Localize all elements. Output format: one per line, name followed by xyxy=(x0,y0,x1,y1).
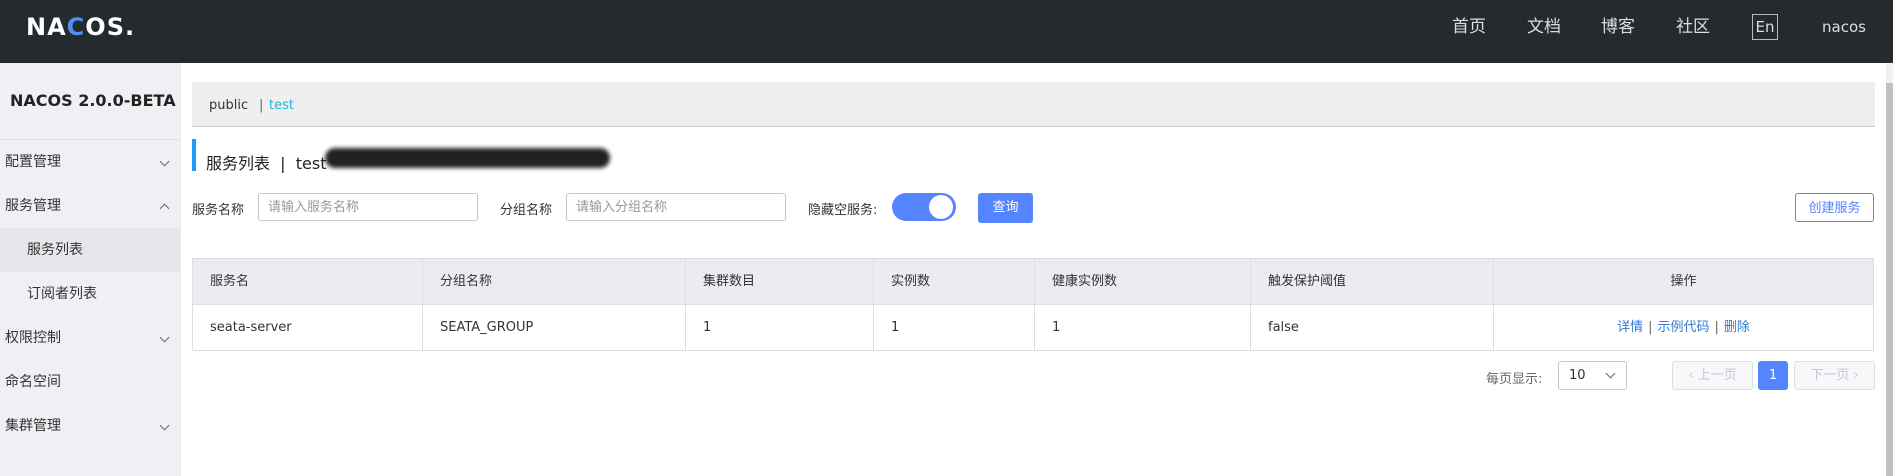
nav-community[interactable]: 社区 xyxy=(1676,0,1710,63)
cell-healthy-count: 1 xyxy=(1034,305,1250,350)
sidebar-item-label: 服务列表 xyxy=(27,242,83,258)
page-title: 服务列表 | test xyxy=(206,154,327,173)
col-healthy-count: 健康实例数 xyxy=(1034,259,1250,304)
next-page-button[interactable]: 下一页 › xyxy=(1794,361,1875,390)
chevron-down-icon xyxy=(159,420,170,431)
sidebar-item-label: 订阅者列表 xyxy=(27,286,97,302)
nacos-logo[interactable]: NACOS. xyxy=(26,13,135,41)
group-name-input[interactable]: 请输入分组名称 xyxy=(566,193,786,221)
service-name-input[interactable]: 请输入服务名称 xyxy=(258,193,478,221)
current-page-button[interactable]: 1 xyxy=(1758,361,1788,390)
next-page-label: 下一页 xyxy=(1810,368,1850,383)
cell-threshold: false xyxy=(1250,305,1493,350)
nav-docs[interactable]: 文档 xyxy=(1527,0,1561,63)
title-accent-bar xyxy=(192,139,196,171)
sidebar-item-namespace[interactable]: 命名空间 xyxy=(0,360,181,404)
switch-knob xyxy=(929,195,953,219)
sidebar-item-subscribers[interactable]: 订阅者列表 xyxy=(0,272,181,316)
cell-service-name: seata-server xyxy=(210,320,292,335)
sidebar-item-label: 集群管理 xyxy=(5,418,61,434)
page-scrollbar[interactable] xyxy=(1886,63,1893,476)
hide-empty-label: 隐藏空服务: xyxy=(808,203,878,218)
language-toggle-button[interactable]: En xyxy=(1752,14,1778,40)
nav-blog[interactable]: 博客 xyxy=(1601,0,1635,63)
cell-actions: 详情 | 示例代码 | 删除 xyxy=(1493,305,1873,350)
table-row: seata-server SEATA_GROUP 1 1 1 false 详情 |… xyxy=(193,305,1873,350)
nav-home[interactable]: 首页 xyxy=(1452,0,1486,63)
sidebar-item-auth[interactable]: 权限控制 xyxy=(0,316,181,360)
chevron-down-icon xyxy=(1605,368,1616,379)
create-service-button[interactable]: 创建服务 xyxy=(1795,193,1874,222)
col-cluster-count: 集群数目 xyxy=(685,259,873,304)
sidebar-item-label: 配置管理 xyxy=(5,154,61,170)
page-size-value: 10 xyxy=(1569,368,1586,383)
sidebar-item-service-list[interactable]: 服务列表 xyxy=(0,228,181,272)
delete-link[interactable]: 删除 xyxy=(1724,320,1750,335)
chevron-down-icon xyxy=(159,332,170,343)
col-group-name: 分组名称 xyxy=(422,259,685,304)
prev-page-label: 上一页 xyxy=(1697,368,1737,383)
sidebar-item-config[interactable]: 配置管理 xyxy=(0,140,181,184)
group-name-label: 分组名称 xyxy=(500,203,553,218)
col-threshold: 触发保护阈值 xyxy=(1250,259,1493,304)
service-table: 服务名 分组名称 集群数目 实例数 健康实例数 触发保护阈值 操作 seata-… xyxy=(192,258,1874,351)
col-service-name: 服务名 xyxy=(210,274,250,289)
cell-instance-count: 1 xyxy=(873,305,1034,350)
hide-empty-switch[interactable] xyxy=(892,193,956,221)
sidebar-title: NACOS 2.0.0-BETA xyxy=(0,63,181,140)
cell-cluster-count: 1 xyxy=(685,305,873,350)
user-name[interactable]: nacos xyxy=(1822,0,1866,63)
top-navbar: NACOS. 首页 文档 博客 社区 En nacos xyxy=(0,0,1893,63)
sidebar-item-label: 命名空间 xyxy=(5,374,61,390)
namespace-bar: public | test xyxy=(192,82,1875,127)
sample-code-link[interactable]: 示例代码 xyxy=(1657,320,1709,335)
sidebar-item-label: 服务管理 xyxy=(5,198,61,214)
page-size-label: 每页显示: xyxy=(1486,372,1543,387)
sidebar: NACOS 2.0.0-BETA 配置管理 服务管理 服务列表 订阅者列表 权限… xyxy=(0,63,181,476)
sidebar-item-service-mgmt[interactable]: 服务管理 xyxy=(0,184,181,228)
table-header: 服务名 分组名称 集群数目 实例数 健康实例数 触发保护阈值 操作 xyxy=(193,259,1873,305)
query-button[interactable]: 查询 xyxy=(978,193,1033,223)
sidebar-item-label: 权限控制 xyxy=(5,330,61,346)
namespace-public[interactable]: public xyxy=(209,98,248,113)
scrollbar-thumb[interactable] xyxy=(1886,83,1893,476)
prev-page-button[interactable]: ‹ 上一页 xyxy=(1672,361,1753,390)
cell-group-name: SEATA_GROUP xyxy=(422,305,685,350)
sidebar-item-cluster[interactable]: 集群管理 xyxy=(0,404,181,448)
chevron-down-icon xyxy=(159,156,170,167)
namespace-test[interactable]: test xyxy=(269,98,294,113)
page-size-select[interactable]: 10 xyxy=(1558,361,1627,390)
namespace-separator: | xyxy=(259,98,264,113)
service-name-label: 服务名称 xyxy=(192,203,245,218)
col-actions: 操作 xyxy=(1493,259,1873,304)
col-instance-count: 实例数 xyxy=(873,259,1034,304)
detail-link[interactable]: 详情 xyxy=(1617,320,1643,335)
redacted-text xyxy=(325,148,610,168)
chevron-up-icon xyxy=(159,203,170,214)
